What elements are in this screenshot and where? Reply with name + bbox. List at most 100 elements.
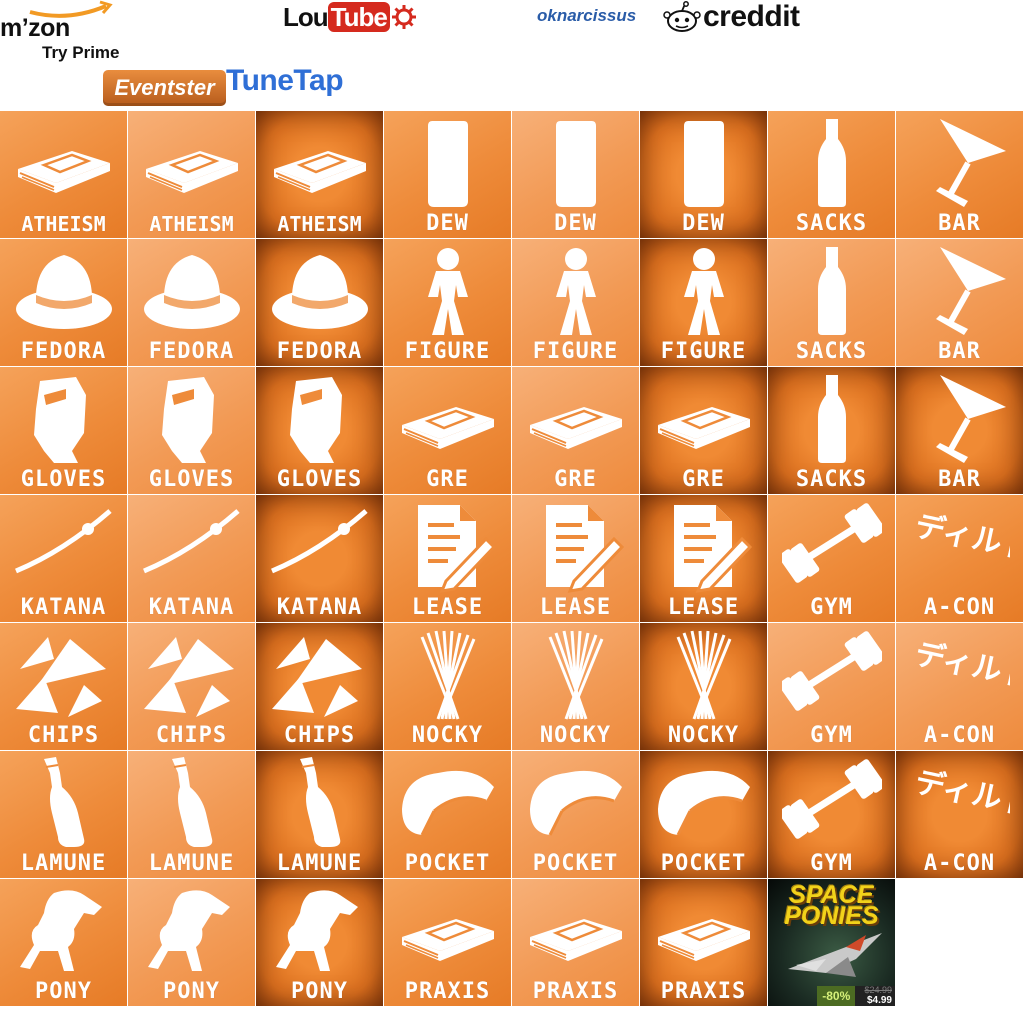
tile-label: FEDORA — [20, 339, 107, 364]
cocktail-icon — [936, 119, 1006, 207]
tile-label: DEW — [554, 211, 597, 236]
item-tile-figure[interactable]: FIGURE — [640, 239, 767, 366]
tile-label: PONY — [35, 979, 92, 1004]
item-tile-gre[interactable]: GRE — [512, 367, 639, 494]
item-tile-lease[interactable]: LEASE — [640, 495, 767, 622]
item-tile-sacks[interactable]: SACKS — [768, 111, 895, 238]
chips-icon — [16, 637, 106, 717]
item-tile-atheism[interactable]: ATHEISM — [0, 111, 127, 238]
item-tile-bar[interactable]: BAR — [896, 111, 1023, 238]
item-tile-pony[interactable]: PONY — [256, 879, 383, 1006]
item-tile-sacks[interactable]: SACKS — [768, 239, 895, 366]
item-tile-katana[interactable]: KATANA — [0, 495, 127, 622]
item-tile-chips[interactable]: CHIPS — [256, 623, 383, 750]
item-tile-praxis[interactable]: PRAXIS — [640, 879, 767, 1006]
tile-label: NOCKY — [539, 723, 612, 748]
item-tile-chips[interactable]: CHIPS — [0, 623, 127, 750]
item-tile-pocket[interactable]: POCKET — [640, 751, 767, 878]
loutube-logo[interactable]: Lou Tube — [283, 2, 417, 32]
figure-icon — [428, 248, 468, 335]
tile-label: CHIPS — [283, 723, 356, 748]
lamune-icon — [300, 757, 341, 847]
item-tile-gre[interactable]: GRE — [640, 367, 767, 494]
item-tile-gym[interactable]: GYM — [768, 751, 895, 878]
item-tile-pony[interactable]: PONY — [128, 879, 255, 1006]
price-box: $24.99 $4.99 — [855, 986, 895, 1006]
item-tile-gloves[interactable]: GLOVES — [0, 367, 127, 494]
item-tile-fedora[interactable]: FEDORA — [128, 239, 255, 366]
item-tile-lamune[interactable]: LAMUNE — [128, 751, 255, 878]
tile-label: POCKET — [404, 851, 491, 876]
item-tile-nocky[interactable]: NOCKY — [512, 623, 639, 750]
book-icon — [530, 407, 622, 449]
item-tile-katana[interactable]: KATANA — [256, 495, 383, 622]
item-tile-figure[interactable]: FIGURE — [384, 239, 511, 366]
tile-label: GLOVES — [20, 467, 107, 492]
tunetap-logo[interactable]: TuneTap — [226, 64, 344, 98]
game-title-line2: PONIES — [784, 902, 879, 930]
creddit-logo[interactable]: creddit — [663, 0, 800, 34]
tile-label: GRE — [682, 467, 725, 492]
item-tile-lamune[interactable]: LAMUNE — [0, 751, 127, 878]
tile-label: SACKS — [795, 211, 868, 236]
item-tile-lamune[interactable]: LAMUNE — [256, 751, 383, 878]
pocket-icon — [402, 770, 494, 836]
item-tile-nocky[interactable]: NOCKY — [384, 623, 511, 750]
item-tile-gym[interactable]: GYM — [768, 495, 895, 622]
item-tile-bar[interactable]: BAR — [896, 239, 1023, 366]
item-tile-gloves[interactable]: GLOVES — [128, 367, 255, 494]
item-tile-sacks[interactable]: SACKS — [768, 367, 895, 494]
chips-icon — [272, 637, 362, 717]
item-tile-chips[interactable]: CHIPS — [128, 623, 255, 750]
katana-icon — [271, 509, 368, 574]
eventster-logo[interactable]: Eventster — [103, 70, 226, 106]
tile-label: SACKS — [795, 467, 868, 492]
oknarcissus-logo[interactable]: oknarcissus — [537, 6, 636, 26]
item-tile-fedora[interactable]: FEDORA — [256, 239, 383, 366]
item-tile-a-con[interactable]: ディルド! A-CON — [896, 495, 1023, 622]
space-ponies-game-tile[interactable]: SPACE PONIES -80% $24.99 $4.99 — [768, 879, 895, 1006]
tile-label: PRAXIS — [404, 979, 491, 1004]
item-tile-nocky[interactable]: NOCKY — [640, 623, 767, 750]
mzon-logo[interactable]: m’zon Try Prime — [0, 0, 140, 66]
book-icon — [274, 151, 366, 193]
item-tile-dew[interactable]: DEW — [640, 111, 767, 238]
japanese-text-icon: ディルド! — [912, 637, 1010, 699]
book-icon — [18, 151, 110, 193]
item-tile-dew[interactable]: DEW — [384, 111, 511, 238]
item-tile-atheism[interactable]: ATHEISM — [128, 111, 255, 238]
tile-label: GYM — [810, 723, 853, 748]
gloves-icon — [290, 377, 342, 463]
item-tile-a-con[interactable]: ディルド! A-CON — [896, 623, 1023, 750]
item-tile-figure[interactable]: FIGURE — [512, 239, 639, 366]
tile-label: POCKET — [532, 851, 619, 876]
item-tile-gre[interactable]: GRE — [384, 367, 511, 494]
item-tile-lease[interactable]: LEASE — [384, 495, 511, 622]
contract-icon — [418, 505, 497, 593]
item-tile-praxis[interactable]: PRAXIS — [512, 879, 639, 1006]
tile-label: LAMUNE — [148, 851, 235, 876]
tile-label: GRE — [426, 467, 469, 492]
item-tile-gym[interactable]: GYM — [768, 623, 895, 750]
discount-badge: -80% — [817, 986, 856, 1006]
horse-icon — [276, 890, 358, 971]
item-tile-gloves[interactable]: GLOVES — [256, 367, 383, 494]
tile-japanese-text: ディルド! — [912, 637, 1010, 699]
tile-label: GRE — [554, 467, 597, 492]
item-tile-pony[interactable]: PONY — [0, 879, 127, 1006]
item-tile-a-con[interactable]: ディルド! A-CON — [896, 751, 1023, 878]
item-tile-bar[interactable]: BAR — [896, 367, 1023, 494]
item-tile-fedora[interactable]: FEDORA — [0, 239, 127, 366]
tile-label: DEW — [682, 211, 725, 236]
item-tile-katana[interactable]: KATANA — [128, 495, 255, 622]
item-tile-lease[interactable]: LEASE — [512, 495, 639, 622]
item-tile-pocket[interactable]: POCKET — [512, 751, 639, 878]
item-tile-pocket[interactable]: POCKET — [384, 751, 511, 878]
katana-icon — [143, 509, 240, 574]
item-tile-atheism[interactable]: ATHEISM — [256, 111, 383, 238]
cocktail-icon — [936, 375, 1006, 463]
item-tile-dew[interactable]: DEW — [512, 111, 639, 238]
mzon-try-prime[interactable]: Try Prime — [42, 43, 120, 63]
can-icon — [556, 121, 596, 207]
item-tile-praxis[interactable]: PRAXIS — [384, 879, 511, 1006]
